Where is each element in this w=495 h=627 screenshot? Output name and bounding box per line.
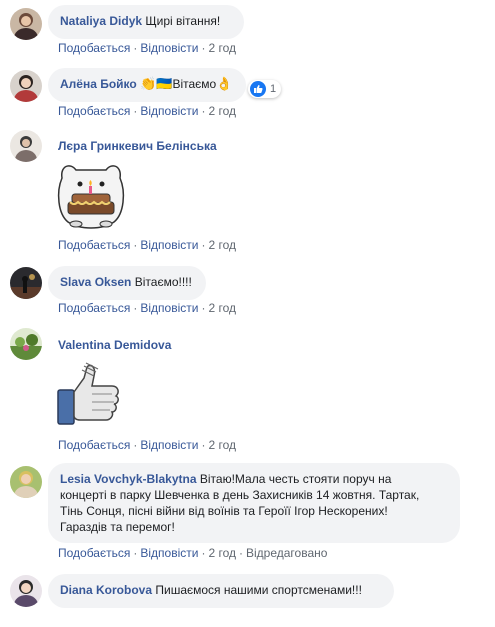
author-name[interactable]: Лєра Гринкевич Белінська	[58, 139, 217, 153]
author-name[interactable]: Slava Oksen	[60, 275, 131, 289]
like-link[interactable]: Подобається	[58, 301, 130, 315]
author-line: Лєра Гринкевич Белінська	[58, 138, 217, 154]
avatar[interactable]	[10, 575, 42, 607]
comment-text: Вітаємо!!!!	[134, 275, 192, 289]
comment-text: Вітаємо	[172, 77, 217, 91]
timestamp[interactable]: 2 год	[208, 546, 236, 560]
author-name[interactable]: Diana Korobova	[60, 583, 152, 597]
avatar[interactable]	[10, 8, 42, 40]
comment-bubble: Nataliya Didyk Щирі вітання!	[48, 5, 244, 39]
timestamp[interactable]: 2 год	[208, 301, 236, 315]
reply-link[interactable]: Відповісти	[140, 301, 198, 315]
comment-actions: Подобається · Відповісти · 2 год	[58, 41, 236, 55]
author-name[interactable]: Lesia Vovchyk-Blakytna	[60, 472, 197, 486]
comment-text: Щирі вітання!	[145, 14, 221, 28]
author-name[interactable]: Алёна Бойко	[60, 77, 137, 91]
timestamp[interactable]: 2 год	[208, 438, 236, 452]
reply-link[interactable]: Відповісти	[140, 41, 198, 55]
timestamp[interactable]: 2 год	[208, 104, 236, 118]
birthday-cake-bear-sticker	[52, 158, 130, 235]
thumbs-up-sticker	[56, 362, 122, 429]
comment-bubble: Diana Korobova Пишаємося нашими спортсме…	[48, 574, 394, 608]
comment-text: Пишаємося нашими спортсменами!!!	[155, 583, 362, 597]
comment-text-line: Вітаю!Мала честь стояти поруч на	[199, 472, 392, 486]
avatar[interactable]	[10, 130, 42, 162]
reply-link[interactable]: Відповісти	[140, 438, 198, 452]
edited-label[interactable]: Відредаговано	[246, 546, 327, 560]
author-name[interactable]: Valentina Demidova	[58, 338, 171, 352]
timestamp[interactable]: 2 год	[208, 238, 236, 252]
comment-actions: Подобається · Відповісти · 2 год	[58, 238, 236, 252]
like-link[interactable]: Подобається	[58, 104, 130, 118]
comment-bubble: Алёна Бойко 👏🇺🇦Вітаємо👌	[48, 68, 246, 102]
avatar[interactable]	[10, 328, 42, 360]
reply-link[interactable]: Відповісти	[140, 104, 198, 118]
comment-actions: Подобається · Відповісти · 2 год	[58, 301, 236, 315]
comment-bubble: Slava Oksen Вітаємо!!!!	[48, 266, 206, 300]
comment-text-line: Гараздів та перемог!	[60, 520, 175, 534]
reaction-count[interactable]: 1	[248, 80, 282, 98]
like-link[interactable]: Подобається	[58, 546, 130, 560]
comment-bubble: Lesia Vovchyk-Blakytna Вітаю!Мала честь …	[48, 463, 460, 543]
avatar[interactable]	[10, 70, 42, 102]
comment-actions: Подобається · Відповісти · 2 год · Відредагова…	[58, 546, 328, 560]
like-link[interactable]: Подобається	[58, 41, 130, 55]
ok-hand-emoji: 👌	[216, 76, 233, 91]
like-link[interactable]: Подобається	[58, 438, 130, 452]
like-link[interactable]: Подобається	[58, 238, 130, 252]
reply-link[interactable]: Відповісти	[140, 238, 198, 252]
avatar[interactable]	[10, 466, 42, 498]
clap-flag-emoji: 👏🇺🇦	[140, 76, 173, 91]
reply-link[interactable]: Відповісти	[140, 546, 198, 560]
comment-actions: Подобається · Відповісти · 2 год	[58, 438, 236, 452]
comment-actions: Подобається · Відповісти · 2 год	[58, 104, 236, 118]
timestamp[interactable]: 2 год	[208, 41, 236, 55]
comment-text-line: Тінь Сонця, пісні війни від воїнів та Ге…	[60, 504, 388, 518]
author-name[interactable]: Nataliya Didyk	[60, 14, 142, 28]
author-line: Valentina Demidova	[58, 337, 171, 353]
comment-text-line: концерті в парку Шевченка в день Захисни…	[60, 488, 420, 502]
avatar[interactable]	[10, 267, 42, 299]
like-reaction-icon	[250, 81, 266, 97]
